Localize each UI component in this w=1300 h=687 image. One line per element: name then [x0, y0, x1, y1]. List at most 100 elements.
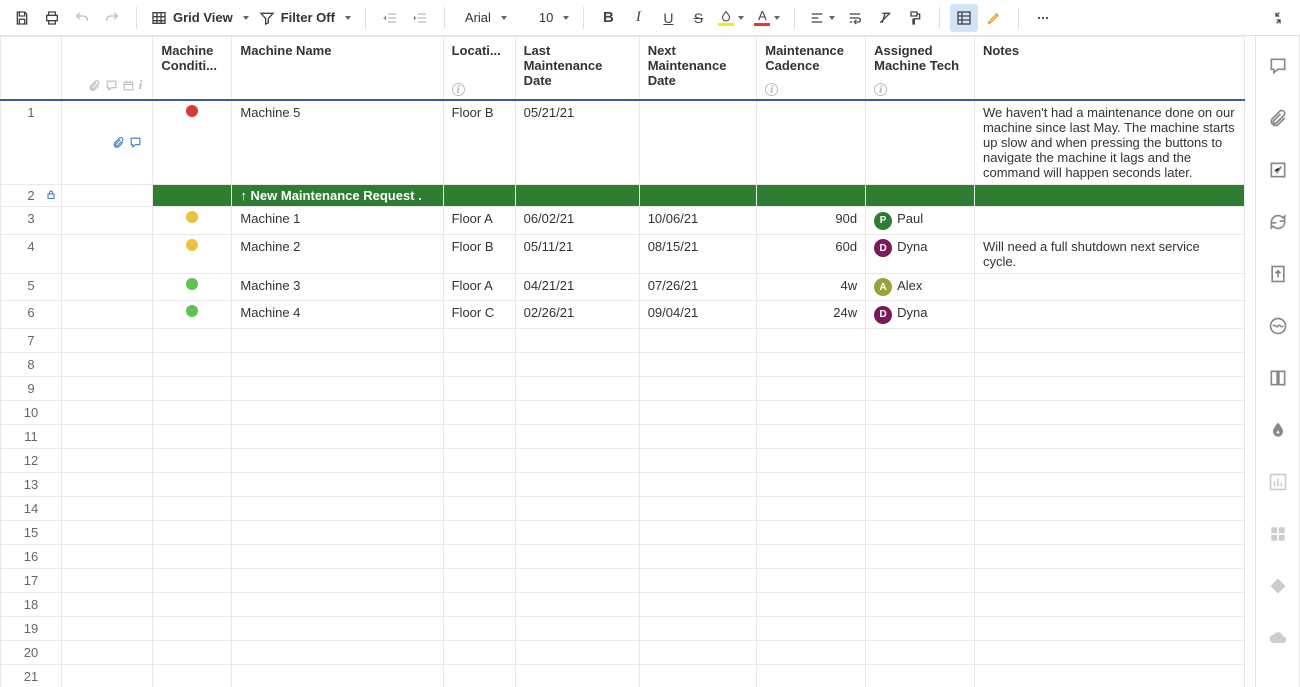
tech-cell[interactable]: PPaul [866, 207, 975, 235]
indicator-cell[interactable] [61, 185, 152, 207]
col-last-maint[interactable]: Last Maintenance Date [515, 37, 639, 101]
clear-format-button[interactable] [871, 4, 899, 32]
col-location[interactable]: Locati...i [443, 37, 515, 101]
row-number[interactable]: 12 [1, 448, 62, 472]
row-number[interactable]: 20 [1, 640, 62, 664]
row-number[interactable]: 3 [1, 207, 62, 235]
highlight-changes-button[interactable] [980, 4, 1008, 32]
cadence-cell[interactable]: 90d [757, 207, 866, 235]
row-number[interactable]: 2 [1, 185, 62, 207]
row-number[interactable]: 9 [1, 376, 62, 400]
location-cell[interactable]: Floor B [443, 234, 515, 273]
last-maint-cell[interactable]: 05/11/21 [515, 234, 639, 273]
bg-color-button[interactable] [714, 4, 748, 32]
next-maint-cell[interactable]: 07/26/21 [639, 273, 757, 301]
info-icon[interactable]: i [765, 83, 778, 96]
dashboard-button[interactable] [1264, 520, 1292, 548]
conditional-format-button[interactable] [950, 4, 978, 32]
attachment-icon[interactable] [112, 136, 125, 149]
publish-button[interactable] [1264, 260, 1292, 288]
integration-button[interactable] [1264, 572, 1292, 600]
group-cell[interactable] [153, 185, 232, 207]
brandfolder-button[interactable] [1264, 416, 1292, 444]
chart-widget-button[interactable] [1264, 468, 1292, 496]
row-number[interactable]: 11 [1, 424, 62, 448]
last-maint-cell[interactable]: 05/21/21 [515, 100, 639, 185]
row-number[interactable]: 18 [1, 592, 62, 616]
undo-button[interactable] [68, 4, 96, 32]
font-size-dropdown[interactable]: 10 [529, 4, 573, 32]
table-row[interactable]: 20 [1, 640, 1245, 664]
cadence-cell[interactable]: 60d [757, 234, 866, 273]
bold-button[interactable]: B [594, 4, 622, 32]
filter-dropdown[interactable]: Filter Off [255, 4, 355, 32]
condition-cell[interactable] [153, 100, 232, 185]
next-maint-cell[interactable]: 08/15/21 [639, 234, 757, 273]
row-number[interactable]: 8 [1, 352, 62, 376]
row-number[interactable]: 4 [1, 234, 62, 273]
info-icon[interactable]: i [452, 83, 465, 96]
next-maint-cell[interactable] [639, 100, 757, 185]
name-cell[interactable]: Machine 5 [232, 100, 443, 185]
font-color-button[interactable]: A [750, 4, 784, 32]
row-number[interactable]: 17 [1, 568, 62, 592]
more-button[interactable] [1029, 4, 1057, 32]
notes-cell[interactable] [974, 207, 1244, 235]
name-cell[interactable]: Machine 4 [232, 301, 443, 329]
activity-log-button[interactable] [1264, 312, 1292, 340]
table-row[interactable]: 8 [1, 352, 1245, 376]
col-tech[interactable]: Assigned Machine Techi [866, 37, 975, 101]
table-row[interactable]: 19 [1, 616, 1245, 640]
indicator-cell[interactable] [61, 301, 152, 329]
table-row[interactable]: 9 [1, 376, 1245, 400]
location-cell[interactable]: Floor A [443, 273, 515, 301]
tech-cell[interactable]: DDyna [866, 234, 975, 273]
name-cell[interactable]: Machine 2 [232, 234, 443, 273]
table-row[interactable]: 12 [1, 448, 1245, 472]
condition-cell[interactable] [153, 207, 232, 235]
table-row[interactable]: 13 [1, 472, 1245, 496]
next-maint-cell[interactable]: 09/04/21 [639, 301, 757, 329]
row-number[interactable]: 19 [1, 616, 62, 640]
last-maint-cell[interactable]: 04/21/21 [515, 273, 639, 301]
indicator-cell[interactable] [61, 234, 152, 273]
col-next-maint[interactable]: Next Maintenance Date [639, 37, 757, 101]
notes-cell[interactable]: Will need a full shutdown next service c… [974, 234, 1244, 273]
name-cell[interactable]: Machine 1 [232, 207, 443, 235]
align-button[interactable] [805, 4, 839, 32]
redo-button[interactable] [98, 4, 126, 32]
indicator-cell[interactable] [61, 273, 152, 301]
condition-cell[interactable] [153, 301, 232, 329]
table-row[interactable]: 10 [1, 400, 1245, 424]
table-row[interactable]: 6Machine 4Floor C02/26/2109/04/2124wDDyn… [1, 301, 1245, 329]
table-row[interactable]: 17 [1, 568, 1245, 592]
wrap-button[interactable] [841, 4, 869, 32]
col-notes[interactable]: Notes [974, 37, 1244, 101]
comment-icon[interactable] [129, 136, 142, 149]
table-row[interactable]: 3Machine 1Floor A06/02/2110/06/2190dPPau… [1, 207, 1245, 235]
last-maint-cell[interactable]: 06/02/21 [515, 207, 639, 235]
notes-cell[interactable]: We haven't had a maintenance done on our… [974, 100, 1244, 185]
table-row[interactable]: 18 [1, 592, 1245, 616]
col-name[interactable]: Machine Name [232, 37, 443, 101]
name-cell[interactable]: Machine 3 [232, 273, 443, 301]
table-row[interactable]: 1Machine 5Floor B05/21/21We haven't had … [1, 100, 1245, 185]
info-icon[interactable]: i [874, 83, 887, 96]
attachments-panel-button[interactable] [1264, 104, 1292, 132]
next-maint-cell[interactable]: 10/06/21 [639, 207, 757, 235]
format-painter-button[interactable] [901, 4, 929, 32]
collapse-panel-button[interactable] [1264, 4, 1292, 32]
col-condition[interactable]: Machine Conditi... [153, 37, 232, 101]
indent-button[interactable] [406, 4, 434, 32]
tech-cell[interactable] [866, 100, 975, 185]
indicator-cell[interactable] [61, 207, 152, 235]
notes-cell[interactable] [974, 301, 1244, 329]
notes-cell[interactable] [974, 273, 1244, 301]
tech-cell[interactable]: AAlex [866, 273, 975, 301]
group-title[interactable]: ↑ New Maintenance Request . [232, 185, 443, 207]
table-row[interactable]: 5Machine 3Floor A04/21/2107/26/214wAAlex [1, 273, 1245, 301]
sheet-grid[interactable]: i Machine Conditi... Machine Name Locati… [0, 36, 1255, 687]
comments-panel-button[interactable] [1264, 52, 1292, 80]
row-number[interactable]: 16 [1, 544, 62, 568]
row-number[interactable]: 14 [1, 496, 62, 520]
